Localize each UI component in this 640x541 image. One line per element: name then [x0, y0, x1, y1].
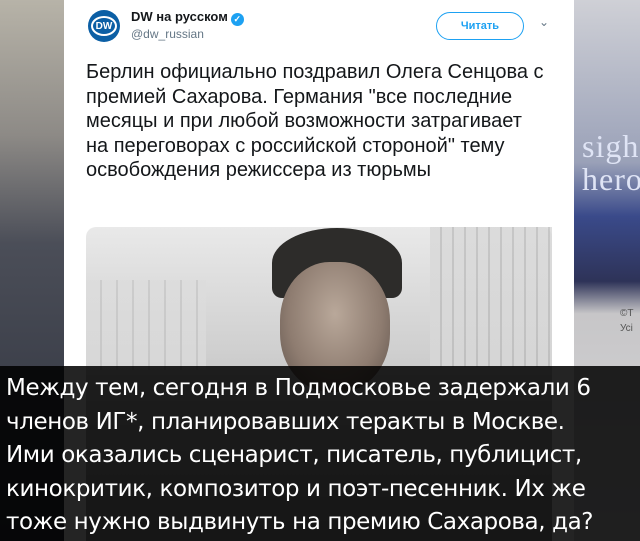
account-handle[interactable]: @dw_russian — [131, 27, 204, 41]
account-name-label: DW на русском — [131, 9, 228, 24]
caption-line: членов ИГ*, планировавших теракты в Моск… — [6, 408, 565, 435]
photo-cage-bars-right — [430, 227, 552, 367]
account-avatar[interactable]: DW — [88, 10, 120, 42]
verified-badge-icon: ✓ — [230, 13, 244, 26]
photo-cage-bars-left — [86, 280, 206, 370]
chevron-down-icon[interactable]: ⌄ — [539, 15, 549, 29]
dw-logo-icon: DW — [91, 16, 117, 36]
caption-line: Между тем, сегодня в Подмосковье задержа… — [6, 375, 591, 401]
follow-button[interactable]: Читать — [436, 12, 524, 40]
caption-line: кинокритик, композитор и поэт-песенник. … — [6, 475, 586, 502]
background-banner-text: sigh hero — [582, 128, 640, 197]
caption-text: Между тем, сегодня в Подмосковье задержа… — [6, 372, 636, 540]
caption-line: тоже нужно выдвинуть на премию Сахарова,… — [6, 509, 594, 535]
tweet-text: Берлин официально поздравил Олега Сенцов… — [86, 61, 544, 181]
account-name[interactable]: DW на русском ✓ — [131, 9, 244, 26]
caption-line: Ими оказались сценарист, писатель, публи… — [6, 442, 582, 468]
background-small-text: ©T Усі — [620, 308, 634, 334]
